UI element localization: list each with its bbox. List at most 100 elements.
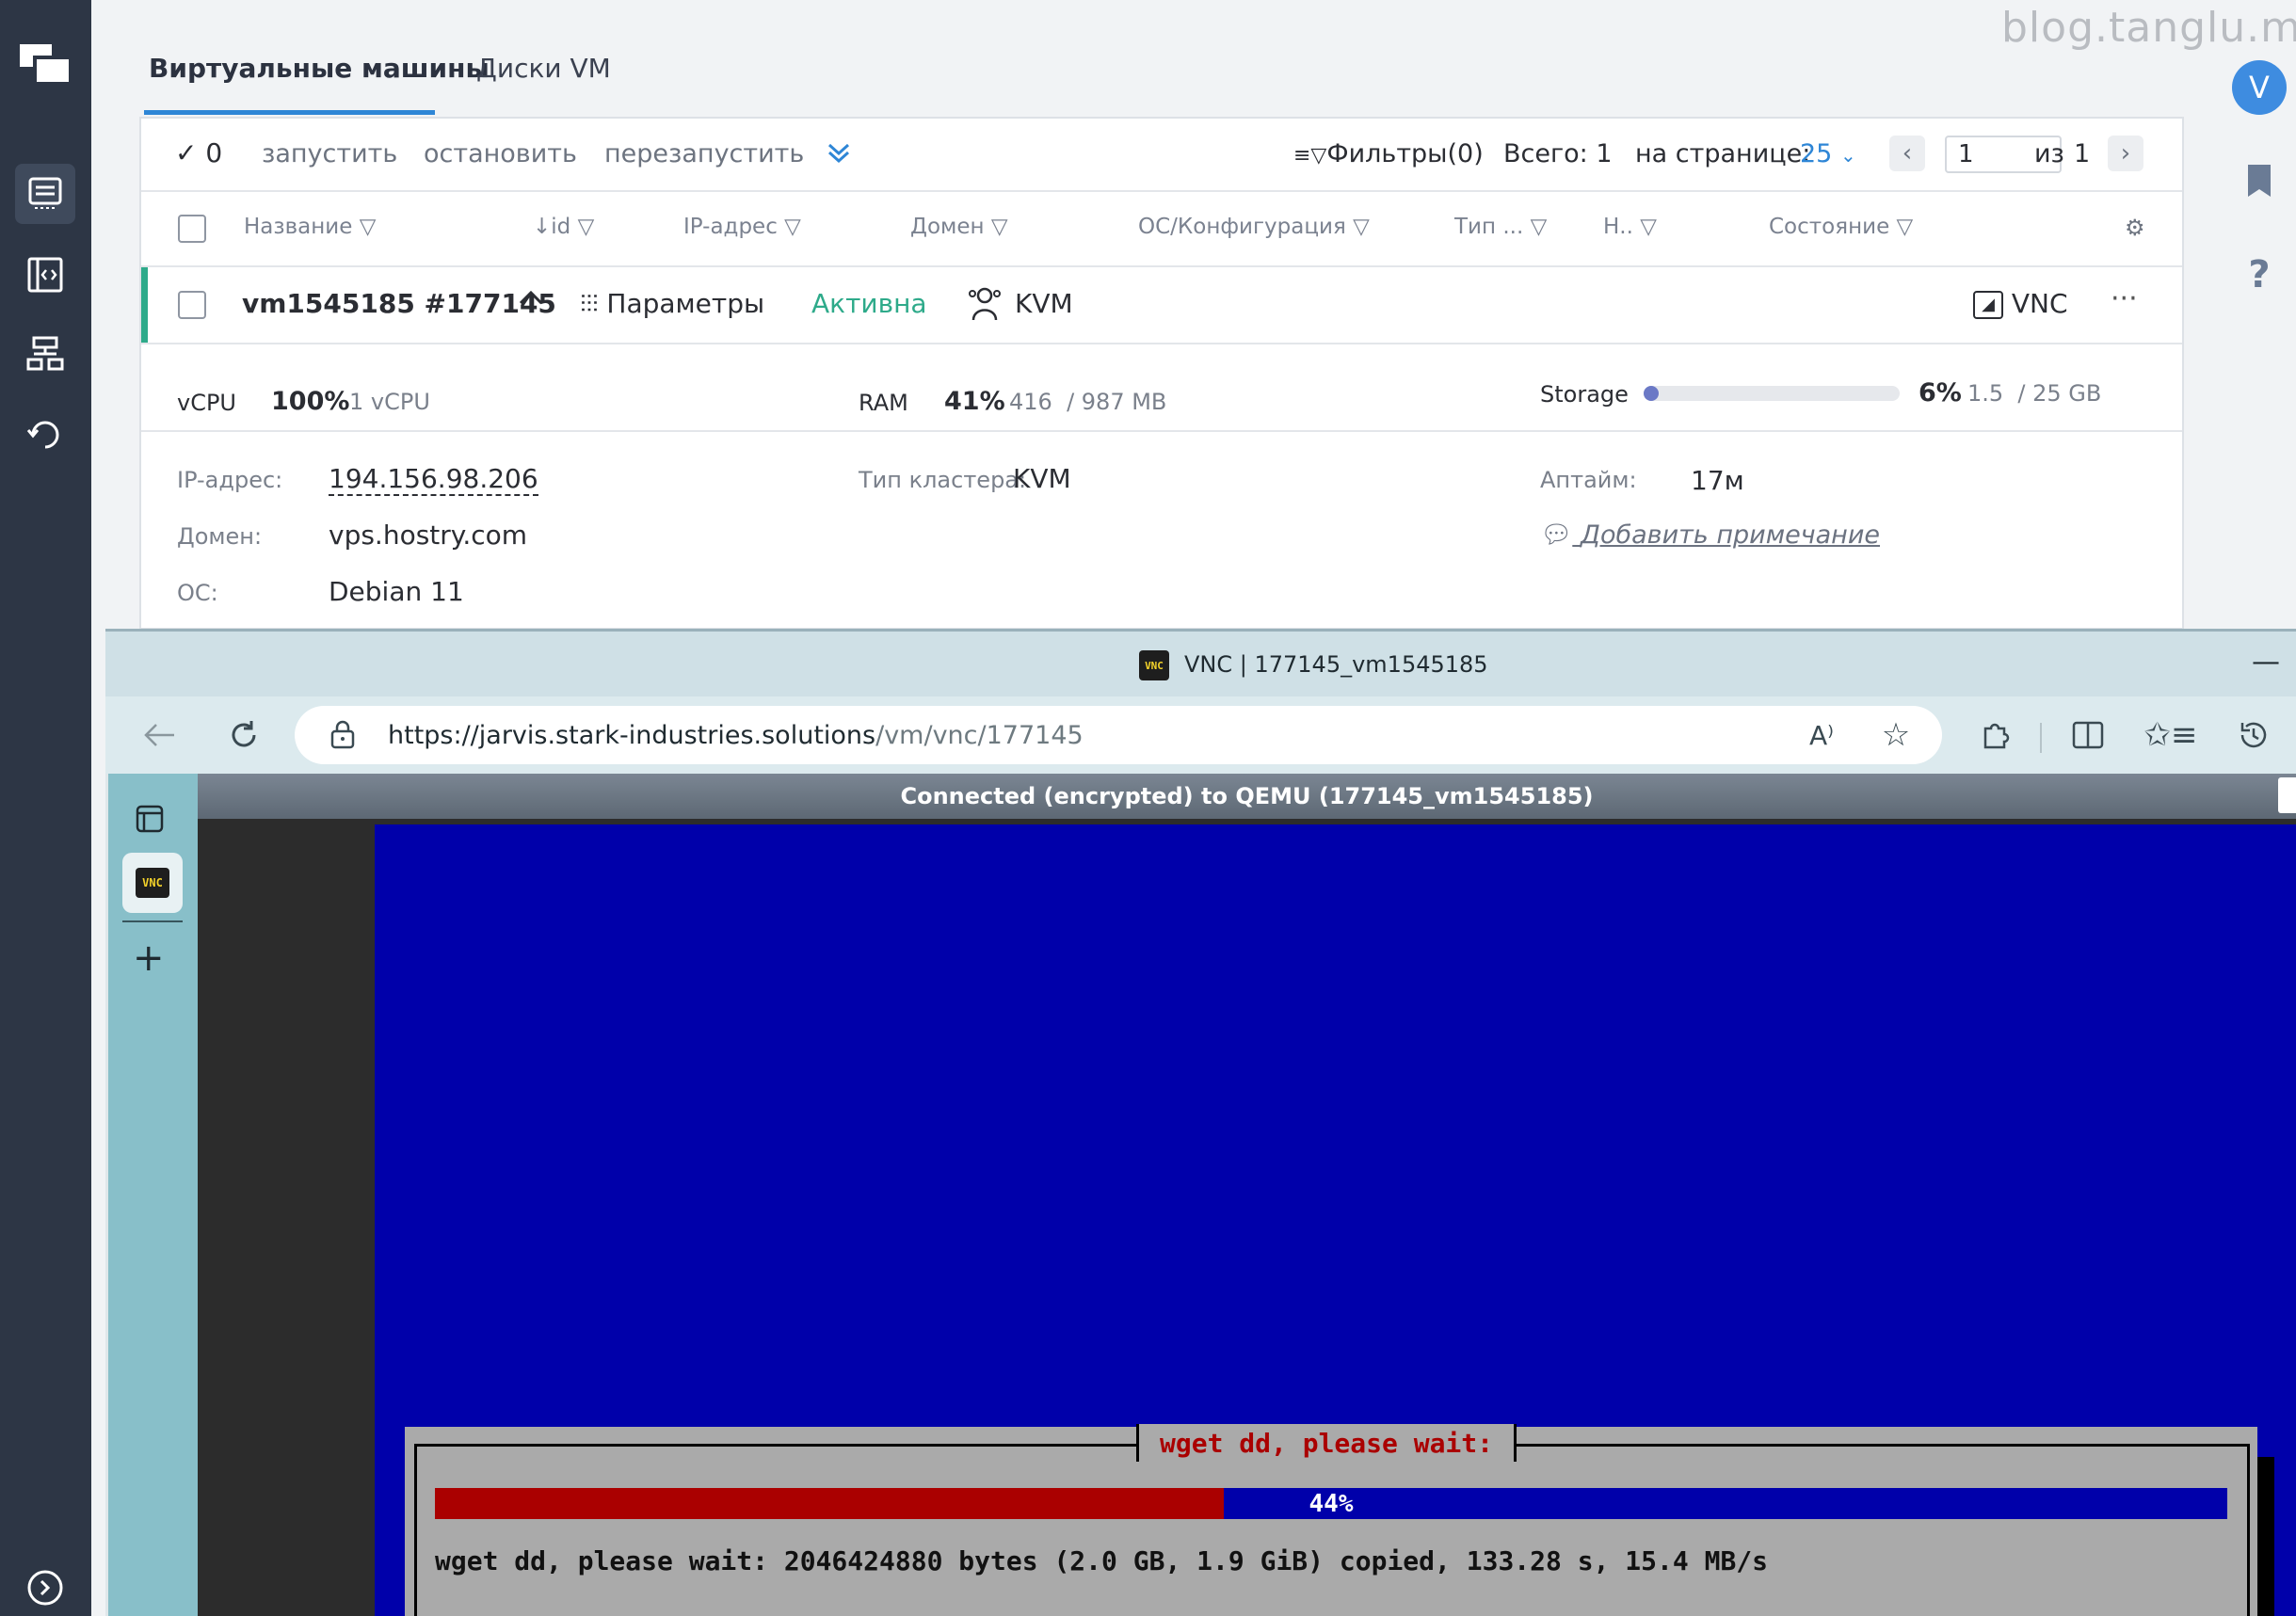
- minimize-button[interactable]: —: [2252, 646, 2280, 679]
- back-icon[interactable]: [136, 712, 183, 759]
- nav-vms-icon[interactable]: [15, 164, 75, 224]
- dd-progress-line: wget dd, please wait: 2046424880 bytes (…: [435, 1545, 1769, 1576]
- column-id[interactable]: ↓id ▽: [533, 215, 594, 239]
- prev-page-button[interactable]: ‹: [1889, 136, 1925, 171]
- gear-icon[interactable]: ⚙: [2125, 215, 2145, 241]
- select-all-checkbox[interactable]: [178, 215, 206, 243]
- reload-icon[interactable]: [220, 712, 267, 759]
- toolbar-divider: [2040, 723, 2042, 753]
- app-logo-icon[interactable]: [15, 34, 75, 94]
- url-text[interactable]: https://jarvis.stark-industries.solution…: [388, 721, 1084, 750]
- installer-dialog-border: [414, 1444, 2250, 1616]
- column-n[interactable]: Н.. ▽: [1603, 215, 1657, 239]
- ip-label: IP-адрес:: [177, 467, 283, 493]
- divider: [141, 430, 2182, 432]
- lock-icon[interactable]: [329, 719, 356, 753]
- total-count: Всего: 1: [1503, 139, 1613, 168]
- os-label: ОС:: [177, 580, 218, 606]
- vm-params-button[interactable]: ⫶⫶⫶ Параметры: [580, 288, 764, 320]
- start-button[interactable]: запустить: [262, 139, 397, 168]
- storage-detail: 1.5 / 25 GB: [1967, 380, 2102, 407]
- filter-icon: ≡▽: [1293, 144, 1327, 168]
- per-page-select[interactable]: 25 ⌄: [1800, 139, 1856, 168]
- uptime-value: 17м: [1691, 465, 1744, 496]
- tab-divider: [122, 920, 183, 922]
- vnc-settings-handle[interactable]: [2278, 777, 2296, 813]
- vnc-tab-icon: VNC: [136, 868, 169, 898]
- row-menu-icon[interactable]: ···: [2111, 282, 2138, 315]
- stop-button[interactable]: остановить: [424, 139, 577, 168]
- read-aloud-icon[interactable]: A⁾: [1798, 712, 1845, 759]
- of-label: из: [2034, 139, 2064, 168]
- page-total: 1: [2074, 139, 2091, 168]
- filter-icon: ▽: [1640, 215, 1657, 239]
- filters-button[interactable]: ≡▽Фильтры(0): [1293, 139, 1484, 168]
- chevron-right-icon: ›: [2120, 139, 2131, 168]
- comment-icon: 💬︎: [1540, 520, 1573, 550]
- filter-icon: ▽: [784, 215, 801, 239]
- tab-virtual-machines[interactable]: Виртуальные машины: [149, 53, 490, 84]
- column-domain[interactable]: Домен ▽: [910, 215, 1008, 239]
- vm-name[interactable]: vm1545185 #177145: [242, 288, 556, 319]
- favorites-icon[interactable]: ✩≡: [2144, 712, 2198, 759]
- split-screen-icon[interactable]: [2064, 712, 2111, 759]
- storage-percent: 6%: [1919, 378, 1962, 408]
- column-os[interactable]: ОС/Конфигурация ▽: [1138, 215, 1370, 239]
- filter-icon: ▽: [1530, 215, 1548, 239]
- nav-network-icon[interactable]: [15, 324, 75, 384]
- filter-icon: ▽: [577, 215, 595, 239]
- add-note-link[interactable]: 💬︎ Добавить примечание: [1540, 520, 1880, 550]
- more-actions-chevron-icon[interactable]: [827, 139, 851, 172]
- divider: [141, 343, 2182, 344]
- restart-button[interactable]: перезапустить: [604, 139, 804, 168]
- column-type[interactable]: Тип ... ▽: [1454, 215, 1547, 239]
- tab-actions-icon[interactable]: [136, 805, 164, 837]
- ram-label: RAM: [859, 390, 908, 416]
- sliders-icon: ⫶⫶⫶: [580, 291, 599, 319]
- user-avatar[interactable]: V: [2232, 60, 2287, 115]
- ip-value[interactable]: 194.156.98.206: [329, 463, 538, 496]
- bookmark-icon[interactable]: [2239, 160, 2280, 201]
- watermark: blog.tanglu.me: [2001, 4, 2296, 52]
- os-value: Debian 11: [329, 576, 464, 607]
- filter-icon: ▽: [359, 215, 377, 239]
- per-page-label: на странице:: [1635, 139, 1811, 168]
- vm-list-panel: [139, 117, 2184, 630]
- favorite-star-icon[interactable]: ☆: [1872, 712, 1919, 759]
- vcpu-percent: 100%: [271, 387, 350, 416]
- chevron-left-icon: ‹: [1902, 139, 1913, 168]
- installer-dialog-shadow: [2257, 1457, 2274, 1616]
- tab-vm-disks[interactable]: Диски VM: [476, 53, 611, 84]
- nav-code-icon[interactable]: [15, 245, 75, 305]
- collapse-row-icon[interactable]: [516, 282, 546, 316]
- active-tab-underline: [144, 110, 435, 115]
- storage-label: Storage: [1540, 381, 1629, 408]
- history-icon[interactable]: [2230, 712, 2277, 759]
- app-sidebar: [0, 0, 91, 1616]
- vcpu-detail: 1 vCPU: [349, 389, 430, 415]
- nav-history-icon[interactable]: [15, 403, 75, 463]
- vnc-button[interactable]: ◢ VNC: [1973, 288, 2068, 319]
- new-tab-plus-icon[interactable]: +: [133, 936, 165, 980]
- cluster-label: Тип кластера:: [859, 467, 1027, 493]
- column-ip[interactable]: IP-адрес ▽: [683, 215, 801, 239]
- divider: [141, 265, 2182, 267]
- cast-icon: ◢: [1973, 291, 2003, 319]
- row-checkbox[interactable]: [178, 291, 206, 319]
- nav-collapse-icon[interactable]: [15, 1562, 75, 1613]
- extensions-icon[interactable]: [1972, 712, 2019, 759]
- help-icon[interactable]: ?: [2239, 253, 2280, 296]
- installer-dialog-title: wget dd, please wait:: [1136, 1424, 1517, 1462]
- filter-icon: ▽: [990, 215, 1008, 239]
- column-state[interactable]: Состояние ▽: [1769, 215, 1913, 239]
- kvm-icon: [968, 286, 1002, 326]
- vm-status: Активна: [811, 288, 927, 319]
- column-name[interactable]: Название ▽: [244, 215, 376, 239]
- ram-percent: 41%: [944, 387, 1005, 416]
- filter-icon: ▽: [1896, 215, 1914, 239]
- filter-icon: ▽: [1353, 215, 1370, 239]
- window-title: VNC | 177145_vm1545185: [1184, 651, 1488, 678]
- storage-bar: [1644, 386, 1900, 401]
- next-page-button[interactable]: ›: [2108, 136, 2143, 171]
- chevron-down-icon: ⌄: [1839, 144, 1856, 167]
